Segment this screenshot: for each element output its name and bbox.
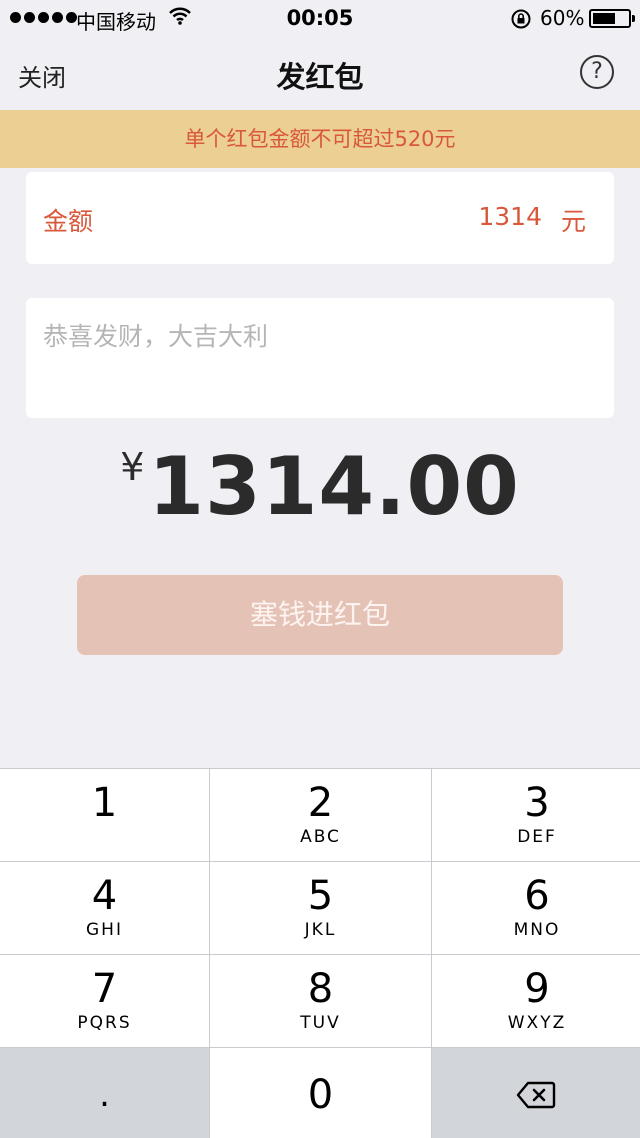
limit-warning-banner: 单个红包金额不可超过520元 <box>0 110 640 168</box>
total-amount: ¥1314.00 <box>0 440 640 533</box>
total-value: 1314.00 <box>148 440 520 533</box>
amount-card[interactable]: 金额 1314 元 <box>26 172 614 264</box>
key-0[interactable]: 0 <box>210 1048 431 1138</box>
greeting-input[interactable] <box>43 316 593 356</box>
key-letters: TUV <box>300 1013 341 1033</box>
page-title: 发红包 <box>276 60 364 94</box>
rotation-lock-icon <box>510 8 532 35</box>
key-letters: DEF <box>517 827 557 847</box>
key-digit: 1 <box>91 780 118 826</box>
amount-unit: 元 <box>560 207 586 236</box>
key-6[interactable]: 6 MNO <box>432 862 640 954</box>
key-letters: JKL <box>304 920 337 940</box>
battery-icon <box>589 9 635 28</box>
key-digit: 3 <box>524 780 550 826</box>
status-bar: 中国移动 00:05 60% <box>0 0 640 40</box>
question-circle-icon[interactable]: ? <box>580 55 614 89</box>
key-decimal[interactable]: . <box>0 1048 209 1138</box>
key-letters: MNO <box>513 920 561 940</box>
amount-label: 金额 <box>43 207 94 236</box>
key-digit: 7 <box>91 966 118 1012</box>
key-digit: 9 <box>524 966 550 1012</box>
battery-percent: 60% <box>540 6 585 30</box>
key-letters: ABC <box>300 827 341 847</box>
key-decimal-label: . <box>99 1075 110 1115</box>
key-digit: 2 <box>307 780 334 826</box>
key-digit: 5 <box>307 873 334 919</box>
submit-button[interactable]: 塞钱进红包 <box>77 575 563 655</box>
key-digit: 6 <box>524 873 550 919</box>
key-digit: 4 <box>91 873 118 919</box>
numeric-keypad: 1 2 ABC 3 DEF 4 GHI 5 JKL 6 MNO 7 PQRS 8 TUV 9W… <box>0 768 640 1138</box>
key-delete[interactable] <box>432 1048 640 1138</box>
key-7[interactable]: 7 PQRS <box>0 955 209 1047</box>
key-9[interactable]: 9 WXYZ <box>432 955 640 1047</box>
key-5[interactable]: 5 JKL <box>210 862 431 954</box>
key-4[interactable]: 4 GHI <box>0 862 209 954</box>
key-3[interactable]: 3 DEF <box>432 769 640 861</box>
key-letters: GHI <box>86 920 123 940</box>
backspace-icon <box>516 1081 556 1113</box>
key-digit: 8 <box>307 966 334 1012</box>
key-2[interactable]: 2 ABC <box>210 769 431 861</box>
key-letters: PQRS <box>77 1013 132 1033</box>
key-digit: 0 <box>307 1072 334 1118</box>
currency-symbol: ¥ <box>120 445 145 489</box>
key-1[interactable]: 1 <box>0 769 209 861</box>
greeting-card[interactable] <box>26 298 614 418</box>
key-8[interactable]: 8 TUV <box>210 955 431 1047</box>
key-letters: WXYZ <box>507 1013 567 1033</box>
amount-input[interactable]: 1314 <box>478 202 542 231</box>
nav-bar: 关闭 发红包 ? <box>0 40 640 110</box>
